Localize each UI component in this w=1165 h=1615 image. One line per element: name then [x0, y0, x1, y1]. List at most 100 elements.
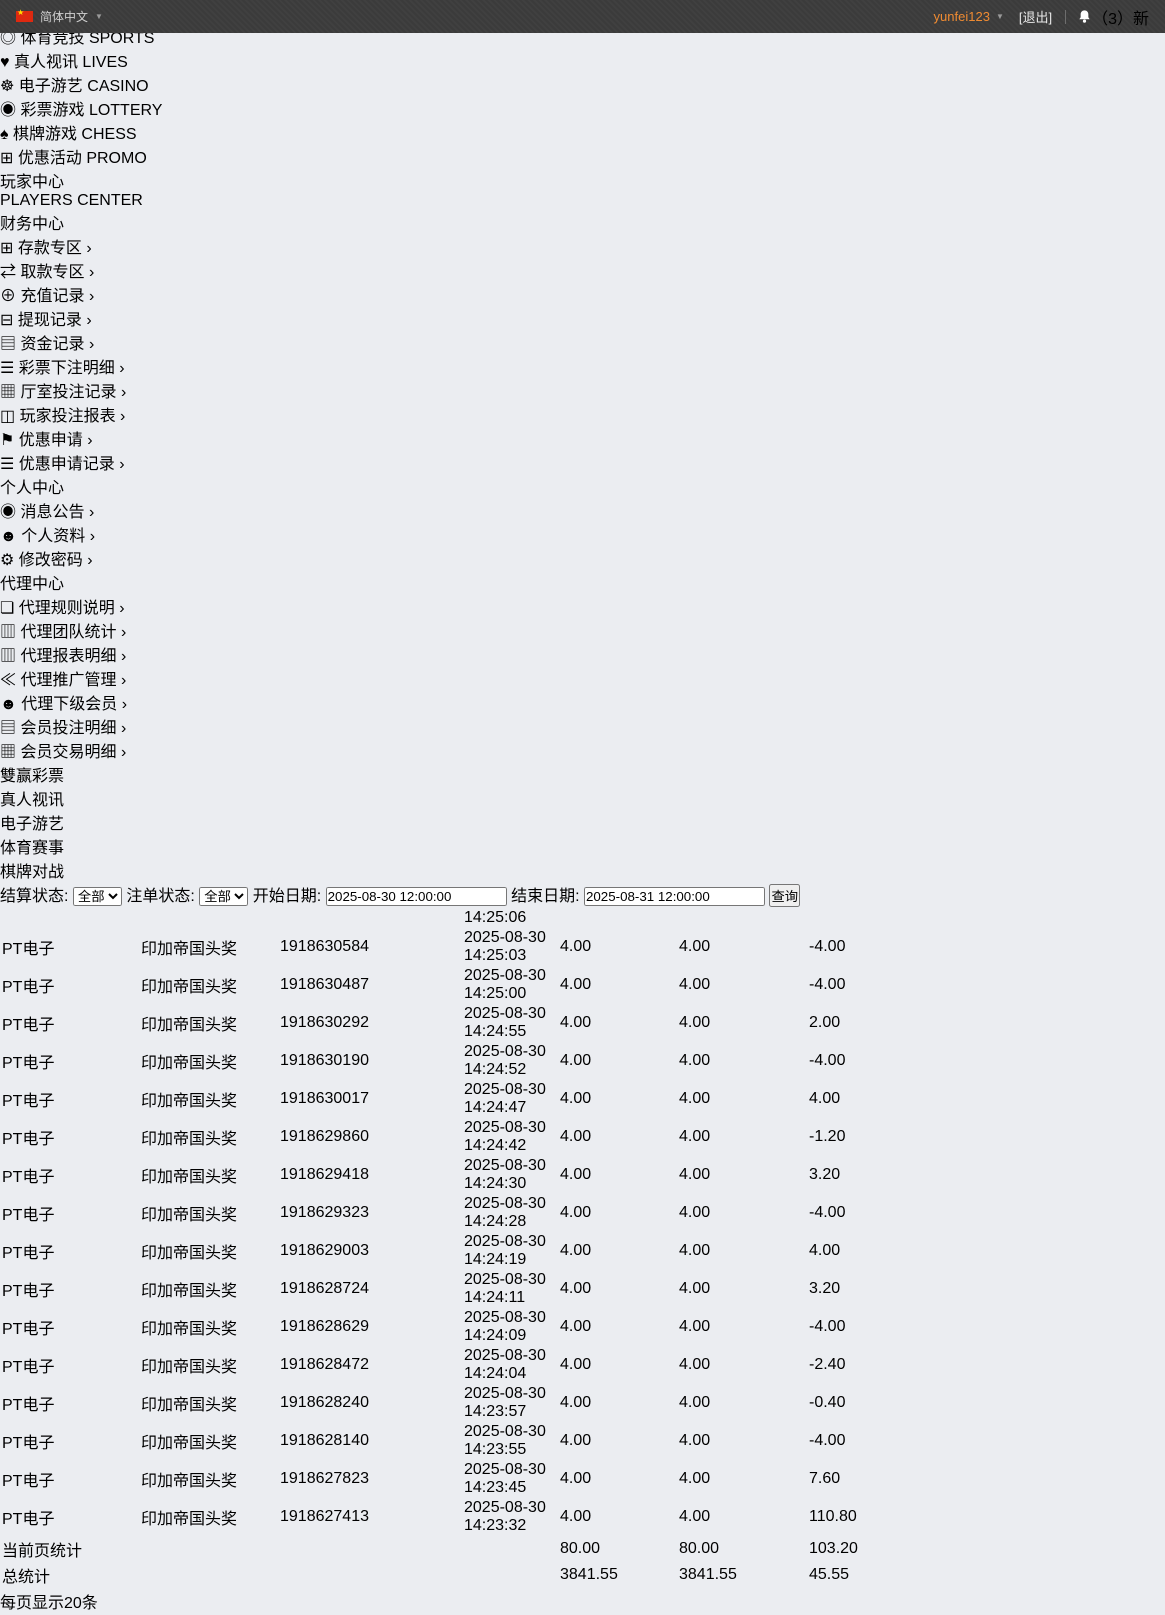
sidebar-item[interactable]: ▥ 代理团队统计 › [0, 618, 1165, 642]
winloss-cell: -4.00 [809, 929, 927, 965]
sidebar-item[interactable]: ☰ 彩票下注明细 › [0, 354, 1165, 378]
table-row: PT电子 印加帝国头奖 1918630487 2025-08-30 14:25:… [2, 967, 976, 1003]
sidebar-item[interactable]: ⊕ 充值记录 › [0, 282, 1165, 306]
winloss-cell: 7.60 [809, 1461, 927, 1497]
game-cell: PT电子 [2, 929, 139, 965]
winloss-cell: -0.40 [809, 1385, 927, 1421]
order-number-cell: 1918628140 [280, 1423, 462, 1459]
order-status-label: 注单状态: [126, 888, 194, 905]
game-cell: PT电子 [2, 1043, 139, 1079]
sidebar-item[interactable]: ☻ 代理下级会员 › [0, 690, 1165, 714]
order-number-cell: 1918630487 [280, 967, 462, 1003]
game-name-cell: 印加帝国头奖 [141, 1233, 278, 1269]
lottery-bet-details-icon: ☰ [0, 360, 14, 377]
category-tab[interactable]: 电子游艺 [0, 810, 1165, 834]
empty-cell [929, 1271, 976, 1307]
sidebar-item[interactable]: ▤ 会员投注明细 › [0, 714, 1165, 738]
agent-report-details-icon: ▥ [0, 648, 16, 665]
sidebar-item[interactable]: ◉ 消息公告 › [0, 498, 1165, 522]
nav-item[interactable]: ♥ 真人视讯 LIVES [0, 48, 1165, 72]
end-date-input[interactable] [584, 887, 765, 906]
category-tab[interactable]: 雙赢彩票 [0, 762, 1165, 786]
sidebar-header: 玩家中心 PLAYERS CENTER [0, 168, 1165, 210]
nav-item[interactable]: ♠ 棋牌游戏 CHESS [0, 120, 1165, 144]
sidebar-sections: 财务中心 ⊞ 存款专区 › ⇄ 取款专区 › ⊕ 充值记录 › ⊟ 提现记录 ›… [0, 210, 1165, 762]
order-number-cell: 1918630584 [280, 929, 462, 965]
valid-amount-cell: 4.00 [679, 1043, 807, 1079]
empty-cell [929, 1043, 976, 1079]
table-row: PT电子 印加帝国头奖 1918630017 2025-08-30 14:24:… [2, 1081, 976, 1117]
nav-item[interactable]: ◉ 彩票游戏 LOTTERY [0, 96, 1165, 120]
sidebar-item[interactable]: ▤ 资金记录 › [0, 330, 1165, 354]
winloss-cell: -2.40 [809, 1347, 927, 1383]
bet-amount-cell: 4.00 [560, 1157, 677, 1193]
winloss-cell: -4.00 [809, 1309, 927, 1345]
sidebar-item[interactable]: ⊟ 提现记录 › [0, 306, 1165, 330]
chevron-right-icon: › [121, 384, 126, 401]
nav-subtitle: PROMO [86, 150, 146, 167]
withdrawal-records-icon: ⊟ [0, 312, 13, 329]
order-number-cell: 1918629003 [280, 1233, 462, 1269]
nav-item[interactable]: ⊞ 优惠活动 PROMO [0, 144, 1165, 168]
start-date-input[interactable] [326, 887, 507, 906]
order-status-select[interactable]: 全部 [199, 887, 248, 906]
settle-status-select[interactable]: 全部 [73, 887, 122, 906]
table-row-partial: 14:25:06 [2, 909, 976, 927]
sidebar-item-label: 代理团队统计 [20, 624, 116, 641]
sidebar-item[interactable]: ⚑ 优惠申请 › [0, 426, 1165, 450]
order-number-cell: 1918627413 [280, 1499, 462, 1535]
notice-count[interactable]: （3）新 [1092, 5, 1149, 29]
bet-amount-cell: 4.00 [560, 1347, 677, 1383]
bet-amount-cell: 4.00 [560, 1233, 677, 1269]
valid-amount-cell: 4.00 [679, 1005, 807, 1041]
order-number-cell: 1918629418 [280, 1157, 462, 1193]
bet-amount-cell: 4.00 [560, 1005, 677, 1041]
table-row: PT电子 印加帝国头奖 1918628629 2025-08-30 14:24:… [2, 1309, 976, 1345]
notifications-bell-icon[interactable] [1077, 9, 1092, 24]
order-number-cell: 1918628472 [280, 1347, 462, 1383]
winloss-cell: -4.00 [809, 967, 927, 1003]
empty-cell [929, 967, 976, 1003]
game-cell: PT电子 [2, 1309, 139, 1345]
sidebar-item[interactable]: ☻ 个人资料 › [0, 522, 1165, 546]
sidebar-item-label: 会员交易明细 [20, 744, 116, 761]
category-tab[interactable]: 体育赛事 [0, 834, 1165, 858]
username-menu[interactable]: yunfei123 [934, 9, 990, 24]
sidebar-item[interactable]: ❏ 代理规则说明 › [0, 594, 1165, 618]
sidebar-item-label: 彩票下注明细 [19, 360, 115, 377]
category-tab[interactable]: 棋牌对战 [0, 858, 1165, 882]
category-tab[interactable]: 真人视讯 [0, 786, 1165, 810]
sidebar-item-label: 代理规则说明 [19, 600, 115, 617]
game-cell: PT电子 [2, 1423, 139, 1459]
sidebar-item[interactable]: ◫ 玩家投注报表 › [0, 402, 1165, 426]
nav-item[interactable]: ☸ 电子游艺 CASINO [0, 72, 1165, 96]
sidebar-item[interactable]: ⚙ 修改密码 › [0, 546, 1165, 570]
sidebar-item[interactable]: ☰ 优惠申请记录 › [0, 450, 1165, 474]
sidebar-item[interactable]: ▦ 会员交易明细 › [0, 738, 1165, 762]
table-row: PT电子 印加帝国头奖 1918629323 2025-08-30 14:24:… [2, 1195, 976, 1231]
page-summary-label: 当前页统计 [2, 1537, 558, 1561]
game-cell: PT电子 [2, 1499, 139, 1535]
sidebar-item-label: 存款专区 [18, 240, 82, 257]
lottery-icon: ◉ [0, 102, 16, 119]
empty-cell [929, 1309, 976, 1345]
empty-cell [929, 1499, 976, 1535]
promo-apply-icon: ⚑ [0, 432, 14, 449]
chevron-right-icon: › [89, 264, 94, 281]
logout-link[interactable]: [退出] [1019, 7, 1052, 26]
winloss-cell: 2.00 [809, 1005, 927, 1041]
sidebar-item[interactable]: ⇄ 取款专区 › [0, 258, 1165, 282]
sidebar-item[interactable]: ⊞ 存款专区 › [0, 234, 1165, 258]
sidebar-item-label: 个人资料 [21, 528, 85, 545]
caret-down-icon: ▼ [996, 12, 1004, 21]
sidebar-section: 个人中心 ◉ 消息公告 › ☻ 个人资料 › ⚙ 修改密码 › [0, 474, 1165, 570]
search-button[interactable]: 查询 [769, 884, 800, 907]
datetime-cell: 2025-08-30 14:24:52 [464, 1043, 558, 1079]
sidebar-item[interactable]: ▦ 厅室投注记录 › [0, 378, 1165, 402]
language-selector[interactable]: ★ 简体中文 ▼ [16, 8, 103, 25]
sidebar-item[interactable]: ▥ 代理报表明细 › [0, 642, 1165, 666]
member-transaction-details-icon: ▦ [0, 744, 16, 761]
sidebar-item-label: 厅室投注记录 [20, 384, 116, 401]
datetime-cell: 2025-08-30 14:24:28 [464, 1195, 558, 1231]
sidebar-item[interactable]: ≪ 代理推广管理 › [0, 666, 1165, 690]
